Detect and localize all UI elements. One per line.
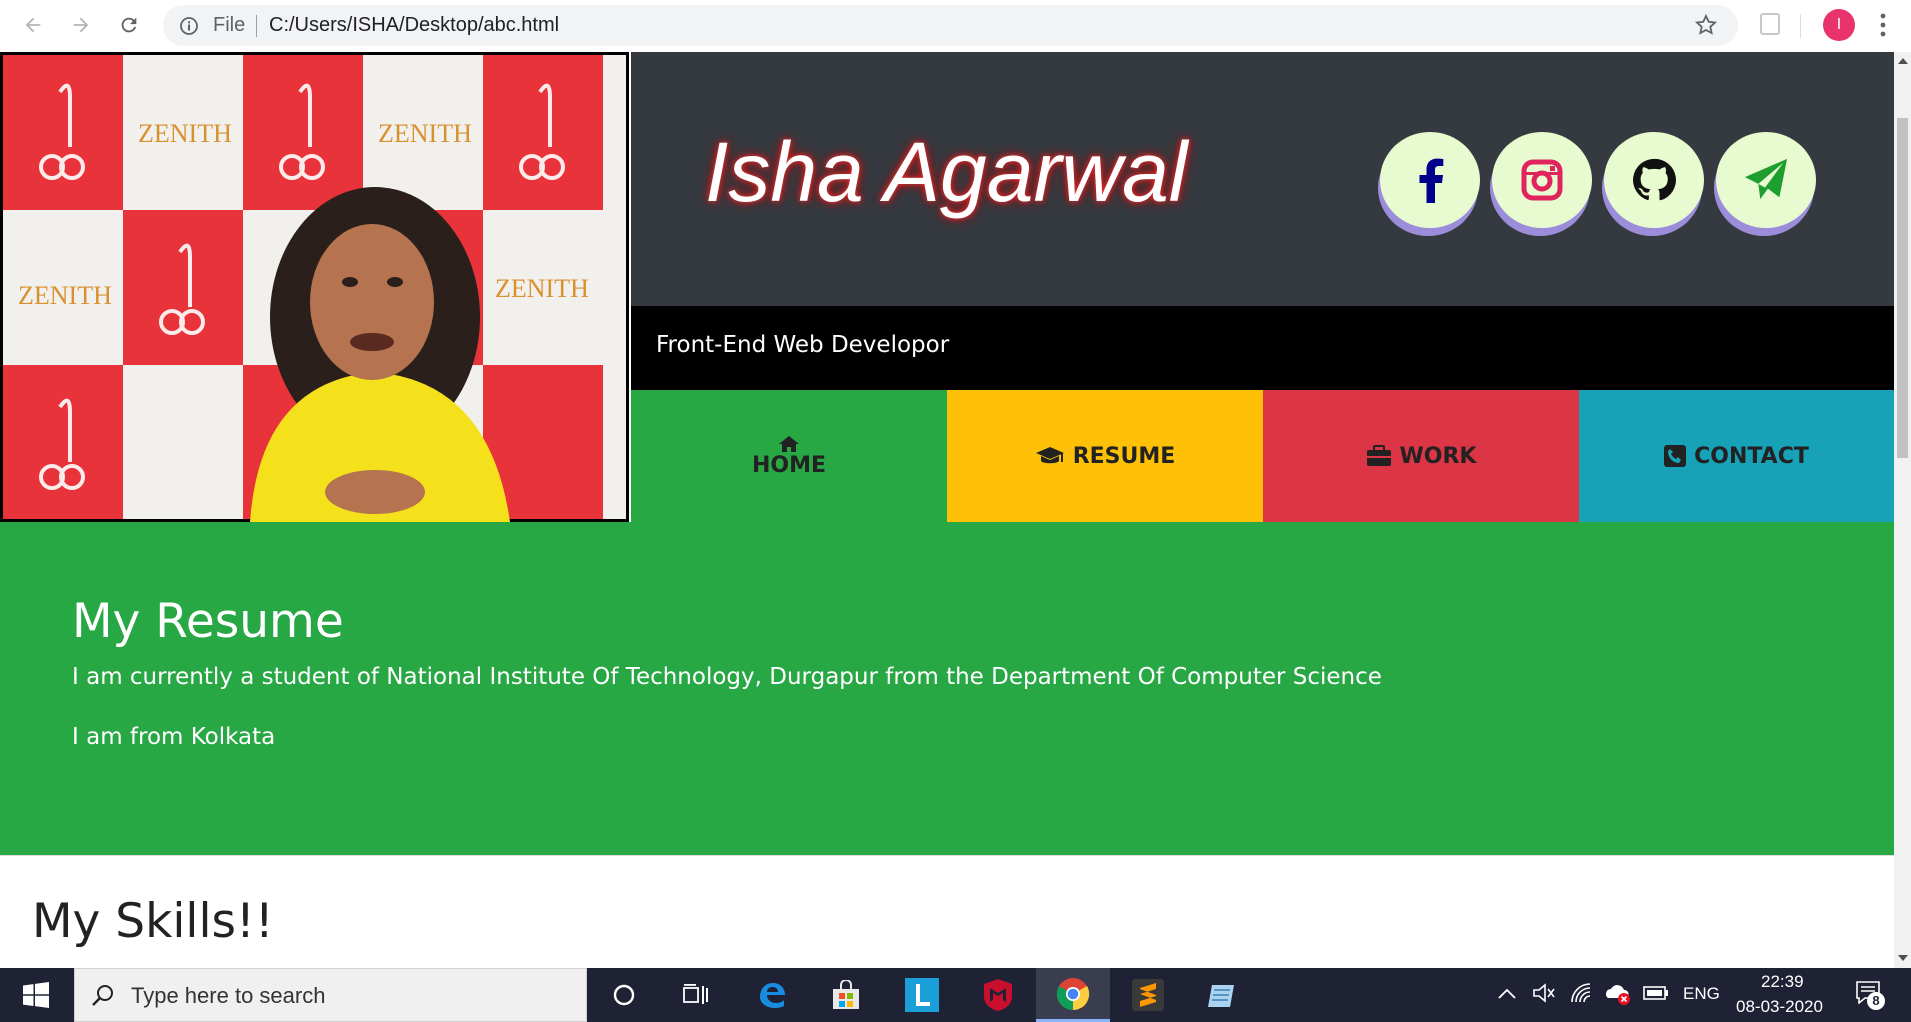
edge-taskbar-button[interactable]: [746, 968, 798, 1022]
briefcase-icon: [1366, 445, 1391, 466]
sublime-taskbar-button[interactable]: [1122, 968, 1174, 1022]
github-icon: [1633, 158, 1676, 201]
task-view-icon: [683, 984, 708, 1004]
profile-photo-image: ZENITH ZENITH ZENITH ZENITH: [3, 55, 626, 522]
url-text[interactable]: C:/Users/ISHA/Desktop/abc.html: [269, 14, 559, 37]
facebook-button[interactable]: [1380, 132, 1480, 228]
info-icon[interactable]: [179, 16, 199, 36]
notepad-taskbar-button[interactable]: [1196, 968, 1248, 1022]
back-arrow-icon: [25, 17, 41, 33]
search-icon: [92, 985, 113, 1006]
photo-brand-text-1: ZENITH: [138, 119, 232, 148]
notification-count-badge: 8: [1867, 992, 1885, 1010]
resume-heading: My Resume: [72, 594, 344, 649]
toolbar-divider: [1800, 14, 1801, 38]
tab-contact-label: CONTACT: [1694, 443, 1809, 469]
resume-line-education: I am currently a student of National Ins…: [72, 664, 1382, 690]
profile-avatar[interactable]: I: [1823, 9, 1855, 41]
scheme-label: File: [213, 14, 246, 36]
task-view-button[interactable]: [670, 968, 722, 1022]
scroll-thumb[interactable]: [1897, 118, 1908, 458]
photo-brand-text-2: ZENITH: [378, 119, 472, 148]
cortana-circle-icon: [613, 984, 635, 1006]
tagline-text: Front-End Web Developor: [656, 332, 950, 358]
chrome-taskbar-button[interactable]: [1036, 968, 1110, 1022]
store-taskbar-button[interactable]: [820, 968, 872, 1022]
site-owner-name: Isha Agarwal: [705, 125, 1188, 219]
page-viewport: ZENITH ZENITH ZENITH ZENITH Isha Agarwal: [0, 52, 1894, 968]
photo-brand-text-4: ZENITH: [495, 274, 589, 303]
github-button[interactable]: [1604, 132, 1704, 228]
taskbar-search-box[interactable]: Type here to search: [74, 968, 587, 1022]
tab-resume-label: RESUME: [1072, 443, 1176, 469]
forward-arrow-icon: [73, 17, 89, 33]
battery-icon[interactable]: [1643, 985, 1669, 1001]
reload-icon: [121, 17, 137, 33]
edge-icon: [760, 983, 785, 1008]
clock-time[interactable]: 22:39: [1761, 972, 1804, 992]
tab-contact[interactable]: CONTACT: [1579, 390, 1894, 522]
onedrive-error-icon[interactable]: [1604, 982, 1632, 1006]
tab-resume[interactable]: RESUME: [947, 390, 1263, 522]
tab-home-label: HOME: [751, 452, 827, 478]
show-hidden-icons-chevron-icon[interactable]: [1498, 987, 1516, 999]
reload-button[interactable]: [114, 10, 144, 40]
store-bag-icon: [833, 980, 859, 1009]
tab-home[interactable]: HOME: [631, 390, 947, 522]
menu-dots-icon[interactable]: [1879, 12, 1887, 38]
resume-line-location: I am from Kolkata: [72, 724, 276, 750]
taskbar-search-placeholder: Type here to search: [131, 983, 326, 1008]
windows-logo-icon: [23, 982, 49, 1008]
forward-button[interactable]: [66, 10, 96, 40]
photo-brand-text-3: ZENITH: [18, 281, 112, 310]
skills-heading: My Skills!!: [32, 894, 274, 949]
send-icon: [1744, 158, 1788, 200]
tagline-bar: Front-End Web Developor: [631, 306, 1894, 390]
clock-date[interactable]: 08-03-2020: [1736, 997, 1823, 1017]
mcafee-shield-icon: [984, 979, 1012, 1011]
graduation-cap-icon: [1035, 447, 1064, 464]
l-app-icon: [905, 978, 939, 1012]
back-button[interactable]: [18, 10, 48, 40]
start-button[interactable]: [0, 968, 72, 1022]
resume-section: My Resume I am currently a student of Na…: [0, 522, 1894, 855]
instagram-icon: [1521, 159, 1563, 201]
bookmark-star-icon[interactable]: [1694, 13, 1718, 37]
volume-muted-icon[interactable]: [1532, 982, 1556, 1004]
notepad-icon: [1208, 985, 1234, 1007]
cortana-button[interactable]: [598, 968, 650, 1022]
scroll-down-arrow[interactable]: [1898, 955, 1908, 961]
action-center-button[interactable]: 8: [1855, 980, 1885, 1010]
instagram-button[interactable]: [1492, 132, 1592, 228]
wifi-icon[interactable]: [1570, 982, 1592, 1004]
home-icon: [779, 435, 799, 452]
profile-photo: ZENITH ZENITH ZENITH ZENITH: [0, 52, 629, 522]
browser-toolbar: File C:/Users/ISHA/Desktop/abc.html I: [0, 0, 1911, 52]
extension-icon[interactable]: [1760, 13, 1780, 35]
sublime-text-icon: [1132, 979, 1164, 1011]
omnibox-divider: [256, 15, 257, 37]
facebook-icon: [1419, 158, 1444, 203]
chrome-icon: [1056, 977, 1090, 1010]
mcafee-taskbar-button[interactable]: [972, 968, 1024, 1022]
address-bar[interactable]: File C:/Users/ISHA/Desktop/abc.html: [163, 5, 1738, 46]
tab-work-label: WORK: [1399, 443, 1477, 469]
scroll-up-arrow[interactable]: [1898, 58, 1908, 64]
windows-taskbar: Type here to search ENG 22:39 08-03-2020…: [0, 968, 1911, 1022]
header-banner: Isha Agarwal: [631, 52, 1894, 306]
l-app-taskbar-button[interactable]: [896, 968, 948, 1022]
phone-square-icon: [1664, 445, 1687, 467]
language-indicator[interactable]: ENG: [1683, 984, 1720, 1004]
skills-section: My Skills!!: [0, 855, 1894, 968]
telegram-button[interactable]: [1716, 132, 1816, 228]
page-scrollbar[interactable]: [1894, 52, 1911, 968]
tab-work[interactable]: WORK: [1263, 390, 1579, 522]
